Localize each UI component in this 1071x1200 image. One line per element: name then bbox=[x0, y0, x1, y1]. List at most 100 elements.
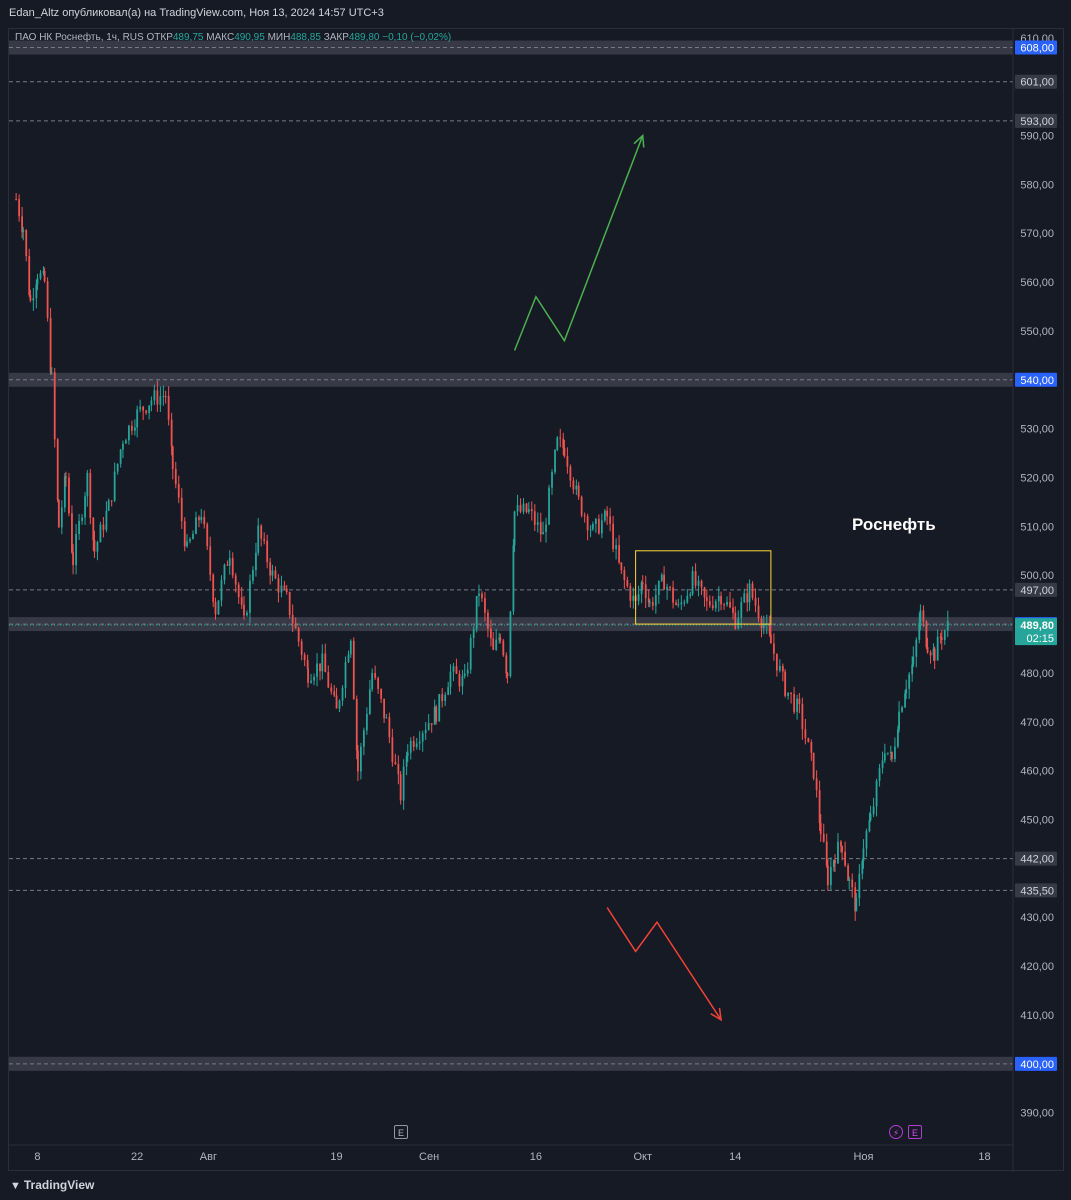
candle-body bbox=[21, 216, 24, 232]
price-tick-label: 410,00 bbox=[1020, 1010, 1054, 1022]
candle-body bbox=[775, 653, 778, 671]
candle-body bbox=[60, 507, 63, 528]
candle-body bbox=[128, 425, 130, 441]
candle-body bbox=[502, 640, 505, 656]
candle-body bbox=[551, 472, 553, 488]
scenario-arrow-up bbox=[513, 135, 644, 351]
candle-body bbox=[660, 574, 663, 581]
candle-body bbox=[383, 698, 386, 719]
candle-body bbox=[415, 743, 418, 748]
candle-body bbox=[644, 584, 647, 599]
candle-body bbox=[729, 601, 731, 608]
candle-body bbox=[708, 601, 711, 606]
candle-body bbox=[319, 663, 321, 672]
candle-body bbox=[177, 484, 180, 498]
candle-body bbox=[170, 419, 173, 447]
candle-body bbox=[654, 594, 657, 606]
candle-body bbox=[277, 578, 280, 593]
candle-body bbox=[700, 580, 703, 588]
price-tick-label: 450,00 bbox=[1020, 815, 1054, 827]
candle-body bbox=[240, 597, 243, 605]
candle-body bbox=[39, 273, 42, 279]
candle-body bbox=[851, 879, 854, 888]
candle-body bbox=[717, 596, 720, 602]
candle-body bbox=[841, 846, 844, 852]
candle-body bbox=[447, 687, 450, 695]
candle-body bbox=[297, 628, 300, 642]
candle-body bbox=[481, 593, 483, 599]
candle-body bbox=[754, 597, 757, 606]
candle-body bbox=[837, 841, 839, 864]
candle-body bbox=[189, 539, 191, 542]
candle-body bbox=[291, 614, 294, 624]
candle-body bbox=[723, 604, 725, 606]
candle-body bbox=[472, 629, 475, 638]
candle-body bbox=[762, 624, 765, 629]
level-label: 400,00 bbox=[1020, 1059, 1054, 1071]
candle-body bbox=[495, 639, 498, 650]
candle-body bbox=[812, 752, 815, 779]
price-chart[interactable]: 610,00590,00580,00570,00560,00550,00530,… bbox=[0, 0, 1071, 1200]
candle-body bbox=[449, 671, 452, 688]
candle-body bbox=[886, 752, 889, 754]
level-label: 435,50 bbox=[1020, 885, 1054, 897]
last-price-label: 489,80 bbox=[1020, 620, 1054, 632]
price-tick-label: 520,00 bbox=[1020, 473, 1054, 485]
low-label: МИН bbox=[267, 32, 291, 43]
candle-body bbox=[637, 594, 640, 601]
candle-body bbox=[357, 750, 359, 772]
candle-body bbox=[260, 525, 263, 539]
candle-body bbox=[623, 570, 626, 580]
candle-body bbox=[89, 472, 92, 518]
candle-body bbox=[28, 256, 31, 296]
candle-body bbox=[911, 664, 914, 675]
candle-body bbox=[499, 637, 502, 641]
candle-body bbox=[15, 199, 18, 201]
candle-body bbox=[72, 552, 74, 566]
candle-body bbox=[388, 717, 391, 738]
candle-body bbox=[826, 865, 829, 886]
symbol-name: ПАО НК Роснефть, 1ч, RUS bbox=[15, 32, 144, 43]
candle-body bbox=[86, 472, 89, 497]
candle-body bbox=[869, 814, 872, 821]
time-tick-label: Окт bbox=[633, 1151, 652, 1163]
candle-body bbox=[912, 656, 915, 665]
open-value: 489,75 bbox=[172, 32, 204, 43]
flash-icon[interactable]: ⚡ bbox=[889, 1125, 903, 1139]
candle-body bbox=[897, 729, 899, 747]
candle-body bbox=[405, 755, 408, 767]
candle-body bbox=[680, 602, 683, 605]
candle-body bbox=[787, 692, 790, 696]
candle-body bbox=[615, 545, 617, 550]
candle-body bbox=[933, 648, 936, 661]
candle-body bbox=[815, 778, 818, 791]
candle-body bbox=[406, 752, 409, 756]
candle-body bbox=[362, 730, 365, 747]
earnings-badge-sep[interactable]: E bbox=[394, 1125, 408, 1139]
candle-body bbox=[569, 466, 572, 481]
candle-body bbox=[663, 574, 665, 590]
candle-body bbox=[444, 694, 447, 701]
candle-body bbox=[804, 729, 807, 739]
candle-body bbox=[36, 278, 39, 285]
chart-annotation-title: Роснефть bbox=[852, 515, 936, 534]
candle-body bbox=[881, 760, 884, 769]
levels-layer bbox=[9, 47, 1013, 1065]
level-label: 593,00 bbox=[1020, 116, 1054, 128]
candle-body bbox=[865, 831, 868, 849]
candle-body bbox=[330, 687, 333, 692]
candle-body bbox=[807, 738, 810, 743]
candle-body bbox=[22, 230, 25, 232]
candle-body bbox=[200, 516, 203, 521]
candle-body bbox=[883, 753, 886, 761]
change-value: −0,10 (−0,02%) bbox=[382, 32, 452, 43]
candle-body bbox=[542, 532, 544, 535]
candle-body bbox=[600, 520, 603, 534]
earnings-badge-nov[interactable]: E bbox=[908, 1125, 922, 1139]
candle-body bbox=[940, 637, 943, 640]
zones-layer bbox=[9, 40, 1013, 1071]
candle-body bbox=[352, 640, 355, 699]
price-tick-label: 430,00 bbox=[1020, 912, 1054, 924]
candle-body bbox=[714, 601, 717, 609]
candle-body bbox=[606, 510, 609, 517]
